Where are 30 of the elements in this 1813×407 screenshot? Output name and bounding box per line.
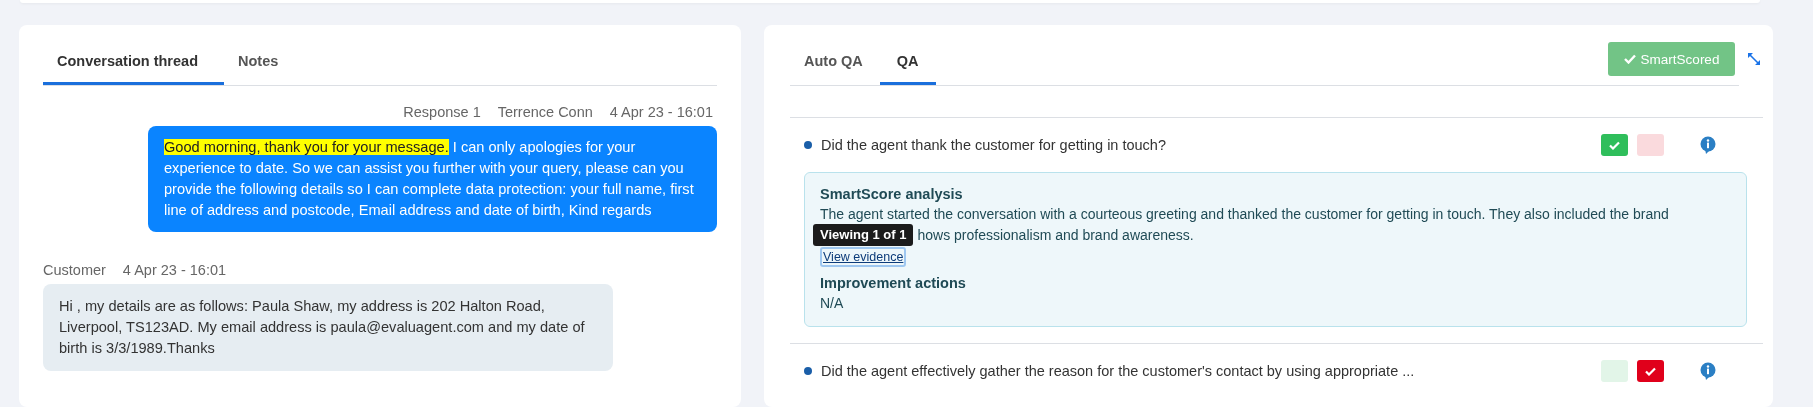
analysis-heading: SmartScore analysis	[820, 185, 964, 204]
message-bubble: Hi , my details are as follows: Paula Shaw, my address is 202 Halton Road, Liverpool, TS123AD. My email address is paula@evaluagent.com and my date of birth is 3/3/1989.Thanks	[43, 284, 613, 371]
expand-icon	[1747, 52, 1761, 66]
analysis-text: The agent started the conversation with a courteous greeting and thanked the customer for getting in touch. They also included the brand	[820, 205, 1670, 224]
analysis-text: hows professionalism and brand awareness.	[917, 225, 1194, 245]
tooltip: Viewing 1 of 1	[813, 223, 914, 246]
message-meta: 4 Apr 23 - 16:01	[122, 262, 227, 278]
pass-button[interactable]	[1601, 134, 1628, 156]
check-icon	[1609, 140, 1620, 150]
view-evidence-link[interactable]: View evidence	[820, 247, 907, 267]
analysis-text: N/A	[820, 294, 845, 313]
question-text: Did the agent effectively gather the reason for the customer's contact by using appropriate ...	[821, 363, 1416, 379]
info-icon	[1700, 136, 1716, 154]
check-icon	[1645, 366, 1656, 376]
fail-button[interactable]	[1637, 360, 1664, 382]
bullet-icon	[804, 367, 812, 375]
tab[interactable]: Notes	[224, 38, 293, 85]
info-icon	[1700, 362, 1716, 380]
message-meta: Customer	[43, 262, 106, 278]
message-bubble: Good morning, thank you for your message. I can only apologies for your experience to date. So we can assist you further with your query, please can you provide the following details so I can complete data protection: your full name, first line of address and postcode, Email address and date of birth, Kind regards	[148, 126, 717, 232]
tab[interactable]: Auto QA	[790, 38, 880, 85]
tab[interactable]: QA	[879, 38, 936, 85]
tab[interactable]: Conversation thread	[43, 38, 224, 85]
bullet-icon	[804, 141, 812, 149]
message-meta: Terrence Conn	[497, 104, 593, 120]
message-meta: 4 Apr 23 - 16:01	[609, 104, 713, 120]
check-icon	[1623, 54, 1636, 64]
analysis-heading: Improvement actions	[820, 274, 967, 293]
question-text: Did the agent thank the customer for getting in touch?	[821, 137, 1167, 153]
message-meta: Response 1	[403, 104, 481, 120]
